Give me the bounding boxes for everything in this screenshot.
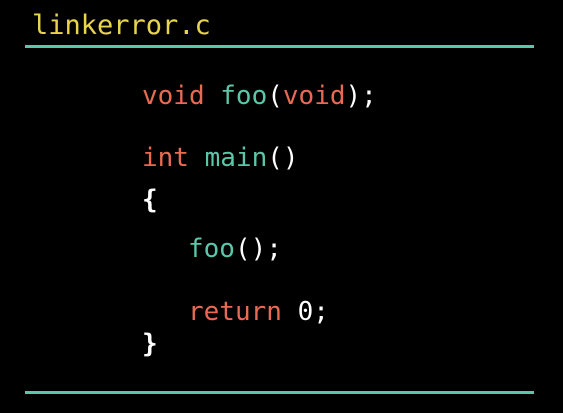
function-name-main: main <box>204 143 268 173</box>
function-call-foo: foo <box>188 234 235 264</box>
function-name-foo: foo <box>220 81 268 111</box>
close-paren-semicolon: ); <box>345 81 377 111</box>
keyword-void-param: void <box>282 81 346 111</box>
file-title: linkerror.c <box>32 10 211 41</box>
close-brace: } <box>142 329 158 359</box>
bottom-divider <box>25 391 534 394</box>
code-line-call-foo: foo(); <box>188 232 282 266</box>
parens: () <box>267 143 299 173</box>
return-value: 0 <box>297 297 314 327</box>
code-line-open-brace: { <box>142 183 158 217</box>
code-line-return: return 0; <box>188 295 329 329</box>
open-paren: ( <box>267 81 283 111</box>
open-brace: { <box>142 185 158 215</box>
keyword-return: return <box>188 297 282 327</box>
semicolon: ; <box>313 297 329 327</box>
call-parens-semicolon: (); <box>234 234 282 264</box>
keyword-int: int <box>142 143 189 173</box>
top-divider <box>25 45 534 48</box>
code-line-main-signature: int main() <box>142 141 299 175</box>
code-line-close-brace: } <box>142 327 158 361</box>
code-line-declaration: void foo(void); <box>142 79 377 113</box>
keyword-void: void <box>142 81 205 111</box>
